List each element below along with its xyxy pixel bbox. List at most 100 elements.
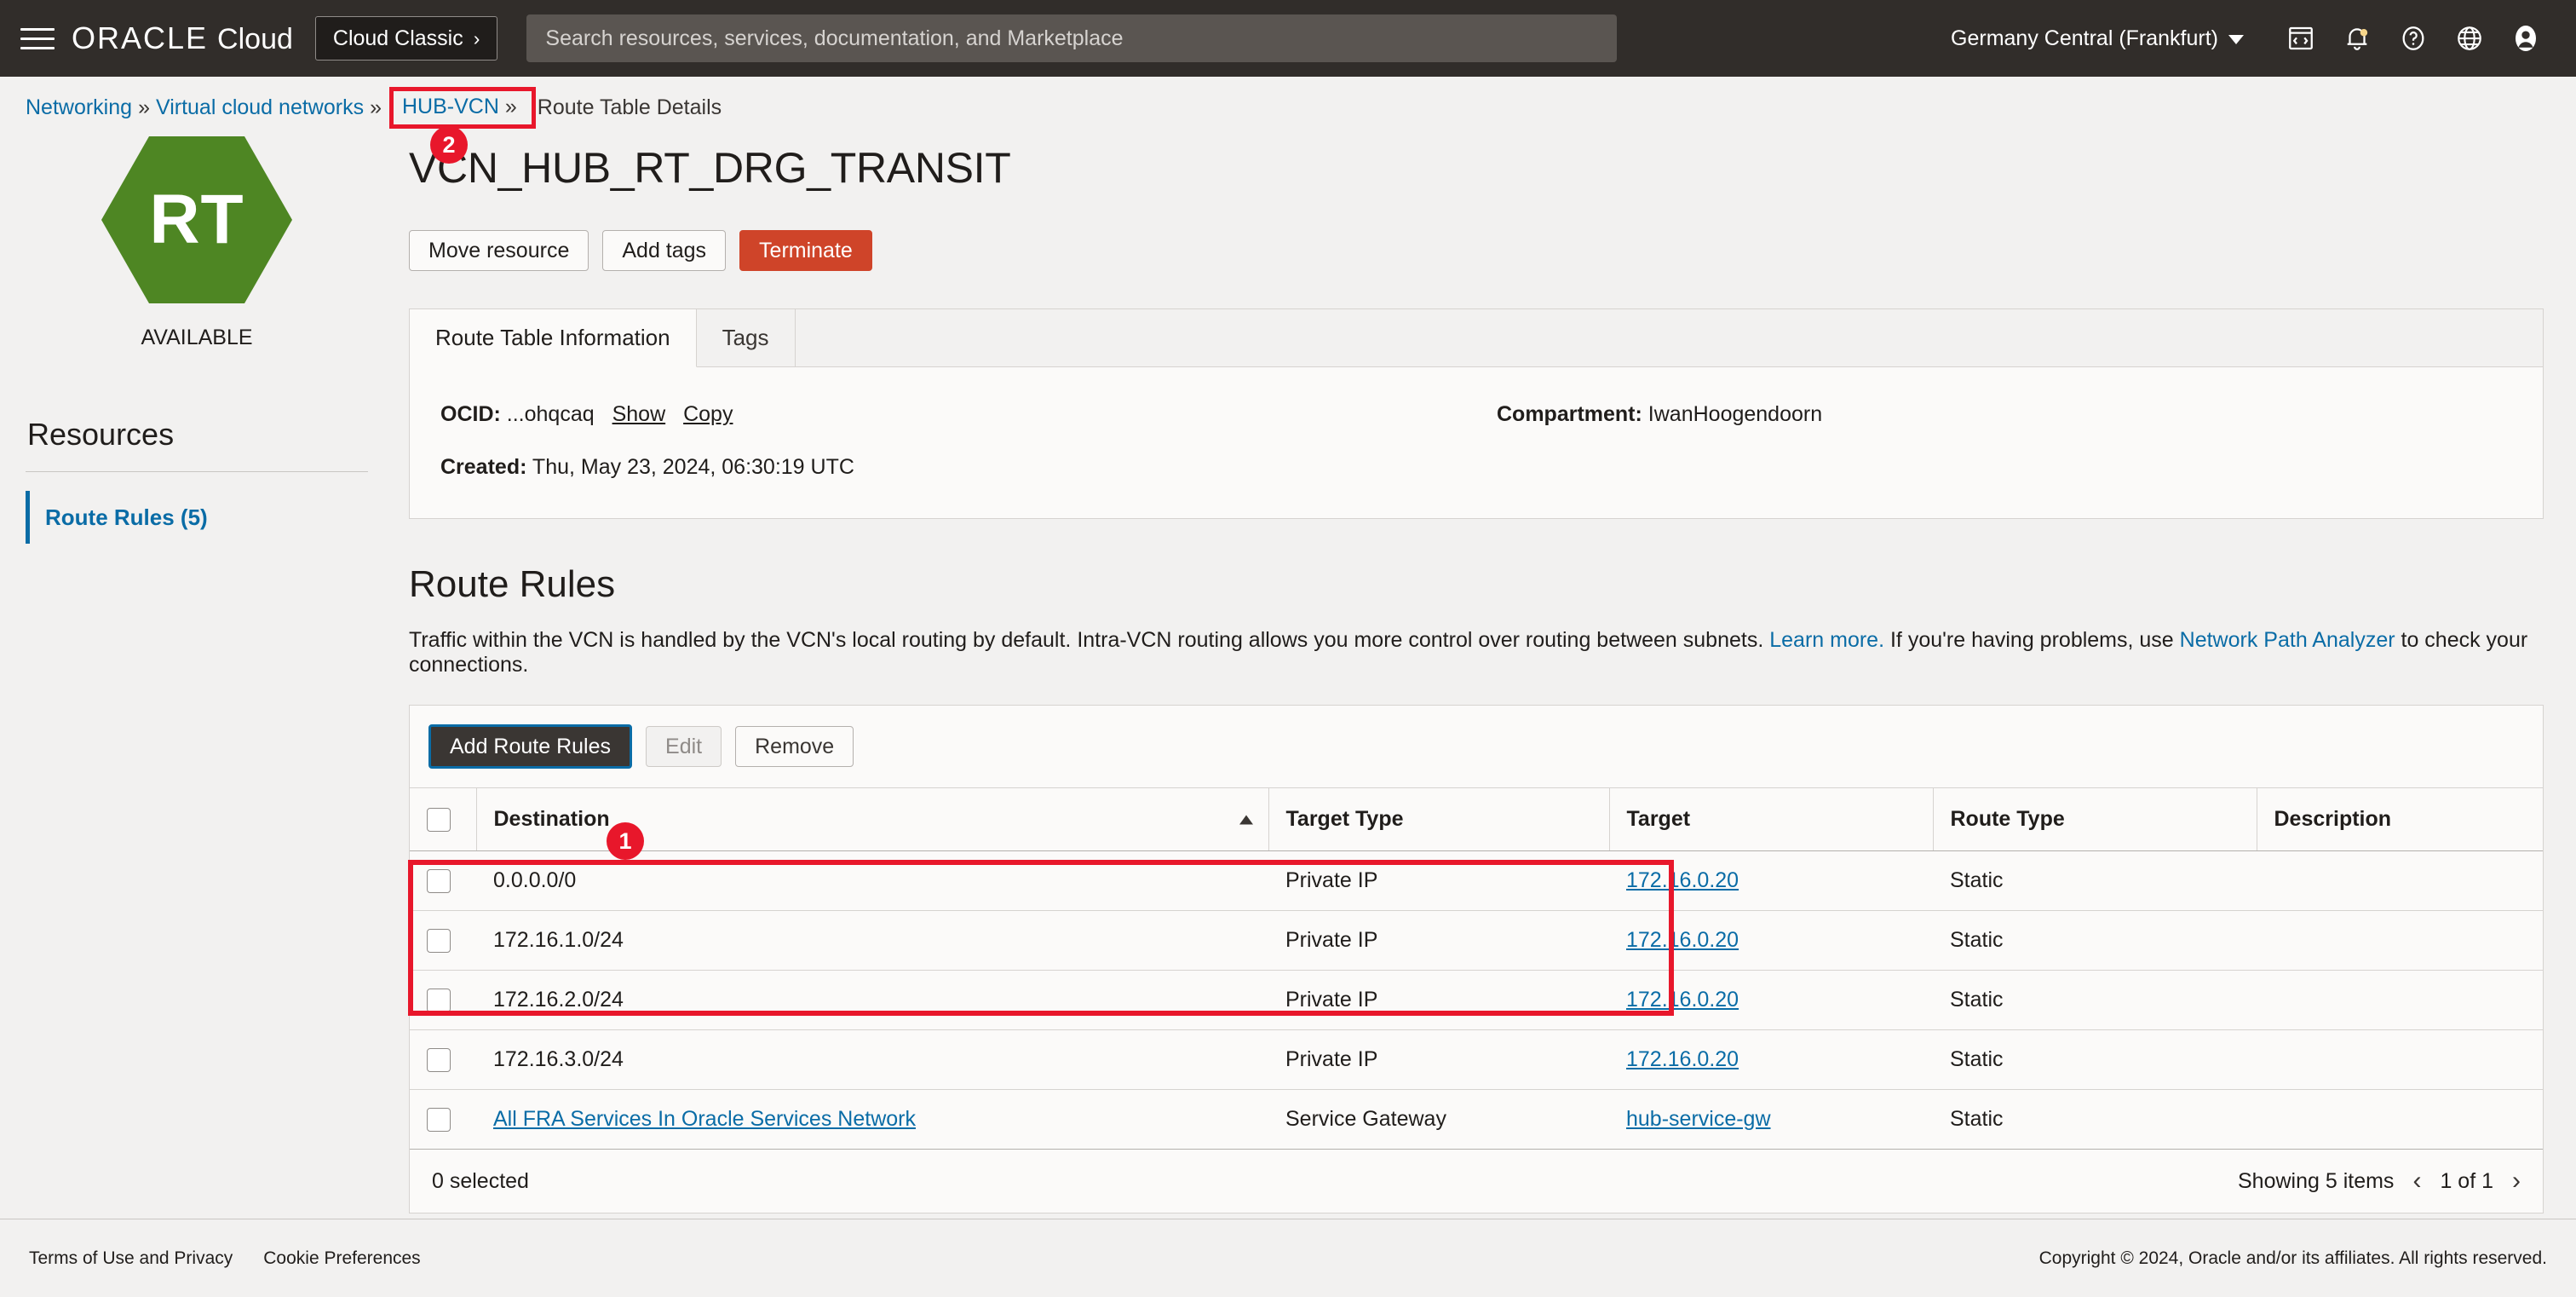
global-search-input[interactable] bbox=[526, 14, 1617, 62]
resource-type-badge-icon: RT bbox=[101, 136, 292, 303]
breadcrumb-separator: » bbox=[505, 95, 517, 119]
resources-divider bbox=[26, 471, 368, 472]
table-toolbar: Add Route Rules Edit Remove bbox=[410, 706, 2543, 787]
table-header-row: Destination Target Type Target Route Typ… bbox=[410, 788, 2543, 851]
select-all-checkbox[interactable] bbox=[427, 808, 451, 832]
column-header-description[interactable]: Description bbox=[2257, 788, 2543, 851]
notifications-bell-icon[interactable] bbox=[2329, 10, 2385, 66]
row-checkbox[interactable] bbox=[427, 989, 451, 1012]
route-rules-table-card: Add Route Rules Edit Remove Destination bbox=[409, 705, 2544, 1213]
breadcrumb-item-networking[interactable]: Networking bbox=[26, 95, 132, 120]
row-actions-cell bbox=[2483, 851, 2543, 911]
cell-target-type: Private IP bbox=[1268, 1030, 1609, 1090]
select-all-header bbox=[410, 788, 476, 851]
add-tags-button[interactable]: Add tags bbox=[602, 230, 726, 271]
row-checkbox[interactable] bbox=[427, 929, 451, 953]
move-resource-button[interactable]: Move resource bbox=[409, 230, 589, 271]
cell-target-type: Private IP bbox=[1268, 971, 1609, 1030]
cell-description bbox=[2257, 971, 2483, 1030]
annotation-badge-1: 1 bbox=[607, 822, 644, 860]
resource-status-hexagon-wrapper: RT bbox=[26, 136, 368, 303]
cell-destination: All FRA Services In Oracle Services Netw… bbox=[476, 1090, 1268, 1150]
ocid-copy-link[interactable]: Copy bbox=[683, 402, 733, 426]
table-head: Destination Target Type Target Route Typ… bbox=[410, 788, 2543, 851]
region-selector[interactable]: Germany Central (Frankfurt) bbox=[1951, 26, 2244, 51]
cloud-classic-button[interactable]: Cloud Classic › bbox=[315, 16, 498, 61]
cookie-preferences-link[interactable]: Cookie Preferences bbox=[263, 1248, 420, 1269]
add-route-rules-button[interactable]: Add Route Rules bbox=[428, 724, 632, 769]
annotation-badge-2: 2 bbox=[430, 126, 468, 164]
page-footer: Terms of Use and Privacy Cookie Preferen… bbox=[0, 1219, 2576, 1297]
target-link[interactable]: 172.16.0.20 bbox=[1626, 868, 1739, 892]
hamburger-menu-icon[interactable] bbox=[20, 20, 56, 56]
target-link[interactable]: 172.16.0.20 bbox=[1626, 928, 1739, 952]
info-column-left: OCID: ...ohqcaq Show Copy Created: Thu, … bbox=[440, 403, 1497, 479]
row-checkbox[interactable] bbox=[427, 869, 451, 893]
next-page-icon[interactable]: › bbox=[2512, 1168, 2521, 1194]
breadcrumb: Networking » Virtual cloud networks » HU… bbox=[0, 77, 2576, 119]
learn-more-link[interactable]: Learn more. bbox=[1769, 628, 1884, 652]
chevron-down-icon bbox=[2228, 35, 2244, 44]
breadcrumb-item-route-table-details: Route Table Details bbox=[538, 95, 722, 120]
previous-page-icon[interactable]: ‹ bbox=[2412, 1168, 2421, 1194]
card-tabs: Route Table Information Tags bbox=[410, 309, 2543, 367]
breadcrumb-item-hub-vcn[interactable]: HUB-VCN bbox=[402, 95, 499, 119]
help-icon[interactable] bbox=[2385, 10, 2441, 66]
ocid-show-link[interactable]: Show bbox=[612, 402, 666, 426]
cloud-shell-icon[interactable] bbox=[2273, 10, 2329, 66]
network-path-analyzer-link[interactable]: Network Path Analyzer bbox=[2180, 628, 2395, 652]
column-header-destination[interactable]: Destination bbox=[476, 788, 1268, 851]
row-actions-cell bbox=[2483, 1090, 2543, 1150]
compartment-value: IwanHoogendoorn bbox=[1648, 402, 1822, 426]
target-link[interactable]: 172.16.0.20 bbox=[1626, 1047, 1739, 1071]
cell-target-type: Private IP bbox=[1268, 911, 1609, 971]
terminate-button[interactable]: Terminate bbox=[739, 230, 872, 271]
row-select-cell bbox=[410, 1030, 476, 1090]
edit-button: Edit bbox=[646, 726, 722, 767]
row-checkbox[interactable] bbox=[427, 1108, 451, 1132]
row-actions-cell bbox=[2483, 971, 2543, 1030]
remove-button[interactable]: Remove bbox=[735, 726, 854, 767]
oracle-cloud-logo[interactable]: ORACLE Cloud bbox=[72, 20, 293, 56]
row-select-cell bbox=[410, 851, 476, 911]
topbar-right-cluster: Germany Central (Frankfurt) bbox=[1951, 0, 2554, 77]
sidebar-item-label: Route Rules (5) bbox=[45, 504, 208, 531]
cell-route-type: Static bbox=[1933, 911, 2257, 971]
row-actions-cell bbox=[2483, 911, 2543, 971]
sidebar-item-route-rules[interactable]: Route Rules (5) bbox=[26, 491, 368, 544]
cell-description bbox=[2257, 851, 2483, 911]
brand-oracle-text: ORACLE bbox=[72, 20, 208, 56]
cell-target-type: Service Gateway bbox=[1268, 1090, 1609, 1150]
column-header-target[interactable]: Target bbox=[1609, 788, 1933, 851]
table-row: 0.0.0.0/0 Private IP 172.16.0.20 Static bbox=[410, 851, 2543, 911]
tab-tags[interactable]: Tags bbox=[697, 309, 796, 366]
row-select-cell bbox=[410, 911, 476, 971]
footer-links: Terms of Use and Privacy Cookie Preferen… bbox=[29, 1248, 421, 1269]
destination-link[interactable]: All FRA Services In Oracle Services Netw… bbox=[493, 1107, 916, 1131]
user-avatar-icon[interactable] bbox=[2498, 10, 2554, 66]
row-checkbox[interactable] bbox=[427, 1048, 451, 1072]
resource-action-buttons: Move resource Add tags Terminate bbox=[409, 230, 2544, 271]
breadcrumb-item-virtual-cloud-networks[interactable]: Virtual cloud networks bbox=[156, 95, 364, 120]
breadcrumb-separator: » bbox=[370, 95, 382, 120]
language-globe-icon[interactable] bbox=[2441, 10, 2498, 66]
showing-items-label: Showing 5 items bbox=[2238, 1169, 2394, 1194]
cell-route-type: Static bbox=[1933, 1030, 2257, 1090]
target-link[interactable]: hub-service-gw bbox=[1626, 1107, 1771, 1131]
route-rules-heading: Route Rules bbox=[409, 563, 2544, 606]
column-header-route-type[interactable]: Route Type bbox=[1933, 788, 2257, 851]
card-body: OCID: ...ohqcaq Show Copy Created: Thu, … bbox=[410, 367, 2543, 518]
column-header-target-type[interactable]: Target Type bbox=[1268, 788, 1609, 851]
page-title: VCN_HUB_RT_DRG_TRANSIT bbox=[409, 143, 2544, 193]
route-table-info-card: Route Table Information Tags OCID: ...oh… bbox=[409, 308, 2544, 519]
table-footer: 0 selected Showing 5 items ‹ 1 of 1 › bbox=[410, 1150, 2543, 1213]
table-row: 172.16.1.0/24 Private IP 172.16.0.20 Sta… bbox=[410, 911, 2543, 971]
sort-ascending-icon bbox=[1239, 815, 1253, 824]
chevron-right-icon: › bbox=[474, 29, 480, 49]
ocid-row: OCID: ...ohqcaq Show Copy bbox=[440, 403, 1497, 427]
page-indicator: 1 of 1 bbox=[2440, 1169, 2493, 1194]
cell-target: 172.16.0.20 bbox=[1609, 971, 1933, 1030]
terms-of-use-link[interactable]: Terms of Use and Privacy bbox=[29, 1248, 233, 1269]
target-link[interactable]: 172.16.0.20 bbox=[1626, 988, 1739, 1012]
tab-route-table-information[interactable]: Route Table Information bbox=[410, 309, 697, 367]
